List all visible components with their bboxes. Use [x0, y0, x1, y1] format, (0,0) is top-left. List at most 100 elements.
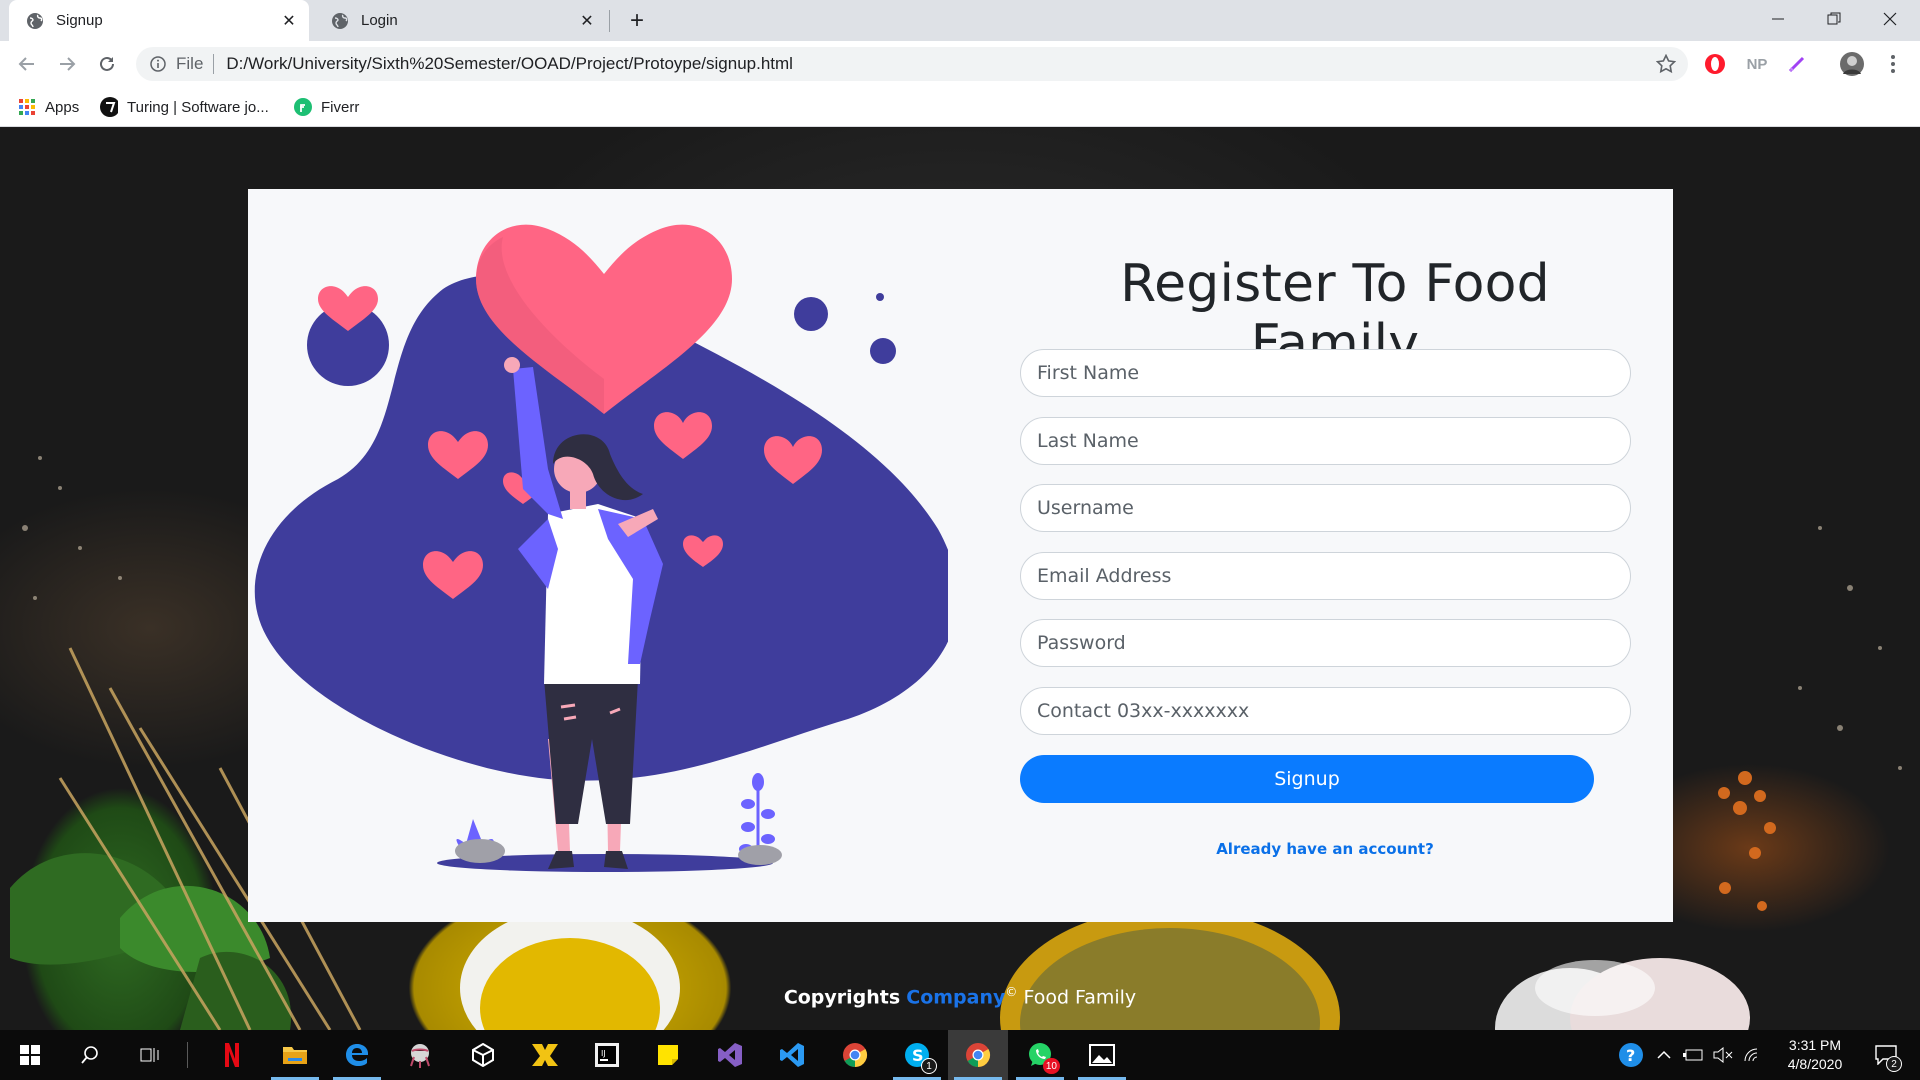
- first-name-input[interactable]: [1020, 349, 1631, 397]
- login-link[interactable]: Already have an account?: [1180, 840, 1470, 858]
- signup-button[interactable]: Signup: [1020, 755, 1594, 803]
- taskbar-clock[interactable]: 3:31 PM 4/8/2020: [1770, 1036, 1860, 1074]
- restore-button[interactable]: [1806, 0, 1862, 38]
- taskbar-chrome[interactable]: [825, 1030, 885, 1080]
- windows-logo-icon: [20, 1045, 40, 1065]
- bookmark-label: Turing | Software jo...: [127, 98, 269, 116]
- tab-title: Signup: [56, 12, 103, 29]
- volume-muted-icon[interactable]: [1710, 1030, 1736, 1080]
- tab-login[interactable]: Login ✕: [314, 0, 607, 41]
- unity-icon: [472, 1043, 494, 1067]
- taskbar-search-button[interactable]: [60, 1030, 120, 1080]
- battery-icon[interactable]: [1680, 1030, 1706, 1080]
- close-icon[interactable]: ✕: [279, 11, 299, 31]
- tab-divider: [609, 10, 610, 32]
- email-input[interactable]: [1020, 552, 1631, 600]
- bookmark-turing[interactable]: Turing | Software jo...: [100, 95, 269, 119]
- help-tray-icon[interactable]: ?: [1614, 1030, 1648, 1080]
- skype-badge: 1: [921, 1058, 937, 1074]
- taskbar-edge[interactable]: [327, 1030, 387, 1080]
- bookmark-apps[interactable]: Apps: [18, 95, 79, 119]
- task-view-icon: [140, 1048, 159, 1062]
- sticky-notes-icon: [658, 1045, 678, 1065]
- forward-button[interactable]: [52, 49, 82, 79]
- taskbar-divider: [187, 1042, 188, 1068]
- taskbar-netflix[interactable]: [202, 1030, 262, 1080]
- svg-text:?: ?: [1626, 1046, 1635, 1065]
- back-button[interactable]: [12, 49, 42, 79]
- windows-taskbar: IJ S 1 10 ? 3:31 PM 4/8/2020 2: [0, 1030, 1920, 1080]
- taskbar-photos[interactable]: [1072, 1030, 1132, 1080]
- window-close-button[interactable]: [1862, 0, 1918, 38]
- taskbar-vscode[interactable]: [762, 1030, 822, 1080]
- whatsapp-badge: 10: [1042, 1058, 1060, 1074]
- taskbar-unity[interactable]: [453, 1030, 513, 1080]
- last-name-input[interactable]: [1020, 417, 1631, 465]
- contact-input[interactable]: [1020, 687, 1631, 735]
- scheme-chip: File: [176, 54, 215, 74]
- task-view-button[interactable]: [120, 1030, 180, 1080]
- bookmarks-bar: Apps Turing | Software jo... Fiverr: [0, 87, 1920, 127]
- show-hidden-icons-chevron-icon[interactable]: [1652, 1030, 1676, 1080]
- vscode-icon: [780, 1043, 804, 1067]
- browser-toolbar: File D:/Work/University/Sixth%20Semester…: [0, 41, 1920, 87]
- password-input[interactable]: [1020, 619, 1631, 667]
- taskbar-sticky-notes[interactable]: [638, 1030, 698, 1080]
- new-tab-button[interactable]: +: [624, 7, 650, 34]
- apps-grid-icon: [18, 98, 36, 116]
- bookmark-label: Fiverr: [321, 98, 360, 116]
- file-explorer-icon: [283, 1047, 307, 1064]
- back-arrow-icon: [18, 57, 34, 71]
- start-button[interactable]: [0, 1030, 60, 1080]
- taskbar-app[interactable]: [390, 1030, 450, 1080]
- wifi-icon[interactable]: [1740, 1030, 1766, 1080]
- bookmark-star-icon[interactable]: [1656, 54, 1676, 74]
- app-icon-2: [532, 1044, 558, 1066]
- globe-icon: [27, 12, 43, 29]
- chrome-icon: [843, 1043, 868, 1067]
- menu-kebab-icon[interactable]: [1884, 53, 1902, 75]
- forward-arrow-icon: [60, 57, 76, 71]
- footer-brand-link[interactable]: Company: [906, 986, 1005, 1008]
- tab-signup[interactable]: Signup ✕: [9, 0, 309, 41]
- taskbar-file-explorer[interactable]: [265, 1030, 325, 1080]
- footer-prefix: Copyrights: [783, 986, 901, 1009]
- page-viewport: Register To Food Family Signup Already h…: [0, 128, 1920, 1030]
- taskbar-whatsapp[interactable]: 10: [1010, 1030, 1070, 1080]
- copyright-footer: Copyrights Company© Food Family: [0, 985, 1920, 1008]
- taskbar-jetbrains[interactable]: IJ: [577, 1030, 637, 1080]
- address-bar[interactable]: File D:/Work/University/Sixth%20Semester…: [136, 47, 1688, 81]
- notification-badge: 2: [1886, 1056, 1902, 1072]
- taskbar-app-2[interactable]: [515, 1030, 575, 1080]
- reload-button[interactable]: [92, 49, 122, 79]
- svg-text:IJ: IJ: [601, 1049, 606, 1058]
- form-layer: Register To Food Family Signup Already h…: [0, 128, 1920, 1030]
- np-extension-icon[interactable]: NP: [1744, 53, 1770, 75]
- clock-date: 4/8/2020: [1787, 1056, 1843, 1072]
- reload-icon: [100, 56, 114, 71]
- opera-extension-icon[interactable]: [1703, 53, 1727, 75]
- minimize-icon: [1772, 18, 1784, 20]
- bookmark-fiverr[interactable]: Fiverr: [294, 95, 359, 119]
- notification-center-button[interactable]: 2: [1866, 1030, 1906, 1080]
- app-icon: [410, 1044, 430, 1068]
- jetbrains-icon: IJ: [595, 1043, 619, 1067]
- taskbar-chrome-active[interactable]: [948, 1030, 1008, 1080]
- close-icon[interactable]: ✕: [577, 11, 597, 31]
- minimize-button[interactable]: [1750, 0, 1806, 38]
- url-text[interactable]: D:/Work/University/Sixth%20Semester/OOAD…: [226, 54, 1656, 74]
- fiverr-icon: [294, 98, 312, 116]
- username-input[interactable]: [1020, 484, 1631, 532]
- profile-avatar[interactable]: [1838, 52, 1866, 76]
- globe-icon: [332, 12, 348, 29]
- pen-extension-icon[interactable]: [1784, 53, 1810, 75]
- restore-icon: [1827, 12, 1841, 25]
- taskbar-visual-studio[interactable]: [700, 1030, 760, 1080]
- info-icon: [150, 56, 166, 72]
- tab-title: Login: [361, 12, 398, 29]
- taskbar-skype[interactable]: S 1: [887, 1030, 947, 1080]
- netflix-icon: [225, 1043, 239, 1067]
- footer-suffix: Food Family: [1023, 986, 1137, 1009]
- close-window-icon: [1883, 12, 1897, 26]
- photos-icon: [1089, 1044, 1115, 1066]
